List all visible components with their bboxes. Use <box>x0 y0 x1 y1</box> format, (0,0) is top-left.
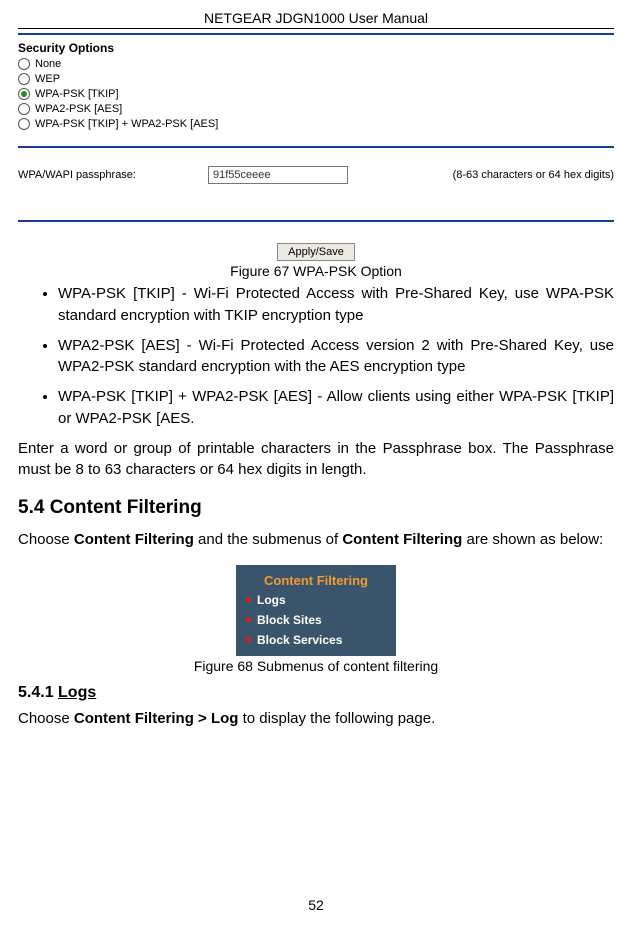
passphrase-input[interactable]: 91f55ceeee <box>208 166 348 184</box>
menu-title: Content Filtering <box>236 571 396 590</box>
heading-number: 5.4.1 <box>18 684 58 701</box>
figure68-caption: Figure 68 Submenus of content filtering <box>18 658 614 674</box>
radio-wpa-psk-tkip[interactable]: WPA-PSK [TKIP] <box>18 88 614 100</box>
security-options-title: Security Options <box>18 41 614 55</box>
passphrase-row: WPA/WAPI passphrase: 91f55ceeee (8-63 ch… <box>18 166 614 184</box>
radio-label: WEP <box>35 73 60 85</box>
rule-mid <box>18 146 614 148</box>
bold-text: Content Filtering <box>74 531 194 548</box>
apply-save-button[interactable]: Apply/Save <box>277 243 355 261</box>
security-options-panel: Security Options None WEP WPA-PSK [TKIP]… <box>18 41 614 261</box>
heading-logs: 5.4.1 Logs <box>18 684 614 702</box>
text: and the submenus of <box>194 531 342 548</box>
menu-item-label: Block Sites <box>257 613 322 627</box>
radio-label: None <box>35 58 61 70</box>
list-item: WPA2-PSK [AES] - Wi-Fi Protected Access … <box>58 335 614 379</box>
menu-item-block-sites: Block Sites <box>236 610 396 630</box>
paragraph-choose-cf: Choose Content Filtering and the submenu… <box>18 529 614 551</box>
list-item: WPA-PSK [TKIP] + WPA2-PSK [AES] - Allow … <box>58 386 614 430</box>
radio-none[interactable]: None <box>18 58 614 70</box>
figure67-caption: Figure 67 WPA-PSK Option <box>18 263 614 279</box>
bullet-list: WPA-PSK [TKIP] - Wi-Fi Protected Access … <box>18 283 614 430</box>
text: Choose <box>18 531 74 548</box>
menu-item-block-services: Block Services <box>236 630 396 650</box>
text: to display the following page. <box>238 710 435 727</box>
radio-label: WPA-PSK [TKIP] <box>35 88 119 100</box>
radio-icon <box>18 58 30 70</box>
radio-icon <box>18 118 30 130</box>
rule-top <box>18 33 614 35</box>
text: are shown as below: <box>462 531 603 548</box>
list-item: WPA-PSK [TKIP] - Wi-Fi Protected Access … <box>58 283 614 327</box>
passphrase-hint: (8-63 characters or 64 hex digits) <box>453 169 614 181</box>
paragraph-passphrase-note: Enter a word or group of printable chara… <box>18 438 614 482</box>
bullet-icon <box>246 597 251 602</box>
radio-icon <box>18 73 30 85</box>
page-header: NETGEAR JDGN1000 User Manual <box>18 10 614 29</box>
submenu-screenshot: Content Filtering Logs Block Sites Block… <box>236 565 396 656</box>
paragraph-choose-log: Choose Content Filtering > Log to displa… <box>18 708 614 730</box>
radio-icon-selected <box>18 88 30 100</box>
rule-bottom <box>18 220 614 222</box>
page-number: 52 <box>0 897 632 913</box>
radio-wpa-combo[interactable]: WPA-PSK [TKIP] + WPA2-PSK [AES] <box>18 118 614 130</box>
bold-text: Content Filtering <box>342 531 462 548</box>
menu-item-label: Block Services <box>257 633 342 647</box>
menu-item-label: Logs <box>257 593 286 607</box>
menu-item-logs: Logs <box>236 590 396 610</box>
radio-wep[interactable]: WEP <box>18 73 614 85</box>
passphrase-label: WPA/WAPI passphrase: <box>18 169 188 181</box>
text: Choose <box>18 710 74 727</box>
radio-wpa2-psk-aes[interactable]: WPA2-PSK [AES] <box>18 103 614 115</box>
heading-title: Logs <box>58 684 96 701</box>
radio-icon <box>18 103 30 115</box>
bullet-icon <box>246 637 251 642</box>
heading-content-filtering: 5.4 Content Filtering <box>18 497 614 519</box>
radio-label: WPA-PSK [TKIP] + WPA2-PSK [AES] <box>35 118 218 130</box>
radio-label: WPA2-PSK [AES] <box>35 103 122 115</box>
bullet-icon <box>246 617 251 622</box>
bold-text: Content Filtering > Log <box>74 710 239 727</box>
